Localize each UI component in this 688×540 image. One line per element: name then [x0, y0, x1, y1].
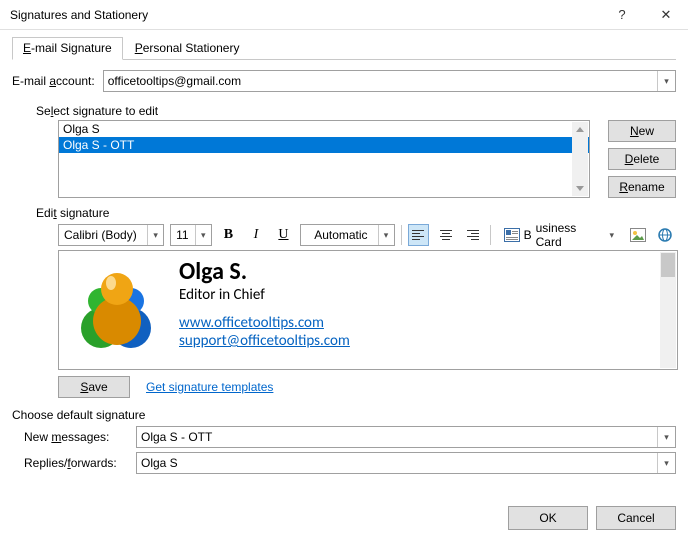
list-item[interactable]: Olga S - OTT [59, 137, 589, 153]
new-messages-combo[interactable]: Olga S - OTT ▾ [136, 426, 676, 448]
divider [401, 225, 402, 245]
avatar-icon [67, 255, 167, 365]
signature-website[interactable]: www.officetooltips.com [179, 314, 350, 332]
ok-button[interactable]: OK [508, 506, 588, 530]
editor-toolbar: Calibri (Body) ▾ 11 ▾ B I U Automatic ▾ … [58, 224, 676, 246]
tab-bar: E-mail Signature Personal Stationery [12, 38, 676, 60]
align-right-button[interactable] [463, 224, 485, 246]
italic-button[interactable]: I [245, 224, 267, 246]
replies-forwards-label: Replies/forwards: [24, 456, 128, 470]
chevron-down-icon: ▾ [195, 225, 211, 245]
align-left-button[interactable] [408, 224, 430, 246]
business-card-button[interactable]: Business Card ▾ [497, 224, 621, 246]
window-title: Signatures and Stationery [10, 8, 600, 22]
signature-listbox[interactable]: Olga S Olga S - OTT [58, 120, 590, 198]
chevron-down-icon: ▾ [147, 225, 163, 245]
select-signature-label: Select signature to edit [36, 104, 676, 118]
bold-button[interactable]: B [218, 224, 240, 246]
signature-role: Editor in Chief [179, 286, 350, 304]
get-templates-link[interactable]: Get signature templates [146, 380, 273, 394]
signature-name: Olga S. [179, 257, 350, 286]
scrollbar[interactable] [660, 252, 676, 368]
divider [490, 225, 491, 245]
delete-button[interactable]: Delete [608, 148, 676, 170]
new-messages-value: Olga S - OTT [141, 430, 212, 444]
scrollbar[interactable] [572, 122, 588, 196]
replies-forwards-combo[interactable]: Olga S ▾ [136, 452, 676, 474]
chevron-down-icon: ▾ [657, 71, 675, 91]
signature-editor[interactable]: Olga S. Editor in Chief www.officetoolti… [58, 250, 678, 370]
insert-hyperlink-button[interactable] [655, 224, 677, 246]
business-card-icon [504, 228, 520, 242]
chevron-down-icon: ▾ [378, 225, 394, 245]
title-bar: Signatures and Stationery ? ✕ [0, 0, 688, 30]
cancel-button[interactable]: Cancel [596, 506, 676, 530]
help-button[interactable]: ? [600, 0, 644, 30]
tab-email-signature[interactable]: E-mail Signature [12, 37, 123, 60]
email-account-label: E-mail account: [12, 74, 95, 88]
signature-text-block[interactable]: Olga S. Editor in Chief www.officetoolti… [179, 257, 350, 365]
font-color-select[interactable]: Automatic ▾ [300, 224, 394, 246]
tab-personal-stationery[interactable]: Personal Stationery [125, 38, 250, 59]
email-account-combo[interactable]: officetooltips@gmail.com ▾ [103, 70, 676, 92]
underline-button[interactable]: U [273, 224, 295, 246]
new-button[interactable]: New [608, 120, 676, 142]
save-button[interactable]: Save [58, 376, 130, 398]
font-family-select[interactable]: Calibri (Body) ▾ [58, 224, 164, 246]
defaults-heading: Choose default signature [12, 408, 676, 422]
replies-forwards-value: Olga S [141, 456, 178, 470]
insert-picture-button[interactable] [627, 224, 649, 246]
rename-button[interactable]: Rename [608, 176, 676, 198]
hyperlink-icon [657, 227, 673, 243]
align-center-button[interactable] [435, 224, 457, 246]
email-account-value: officetooltips@gmail.com [108, 74, 241, 88]
edit-signature-label: Edit signature [36, 206, 676, 220]
chevron-down-icon: ▾ [657, 453, 675, 473]
chevron-down-icon: ▾ [657, 427, 675, 447]
picture-icon [630, 228, 646, 242]
signature-email[interactable]: support@officetooltips.com [179, 332, 350, 350]
new-messages-label: New messages: [24, 430, 128, 444]
close-button[interactable]: ✕ [644, 0, 688, 30]
list-item[interactable]: Olga S [59, 121, 589, 137]
font-size-select[interactable]: 11 ▾ [170, 224, 212, 246]
